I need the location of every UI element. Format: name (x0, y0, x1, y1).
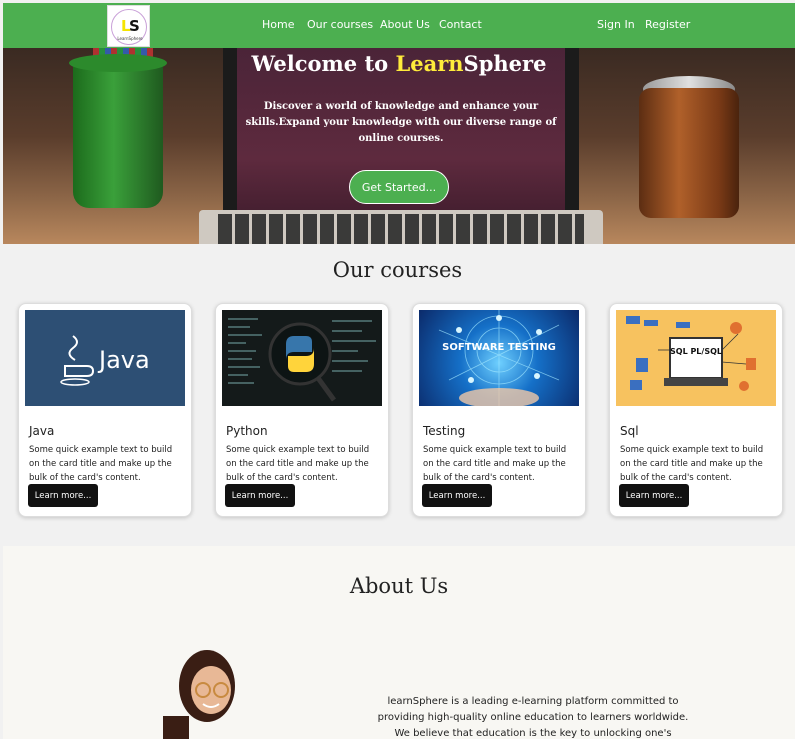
logo-text: LearnSphere (117, 36, 143, 41)
testing-logo-text: SOFTWARE TESTING (442, 342, 556, 353)
green-cup-decoration (73, 58, 163, 208)
sql-logo-text: SQL PL/SQL (670, 347, 722, 356)
nav-contact[interactable]: Contact (439, 18, 482, 31)
course-card-testing: SOFTWARE TESTING Testing Some quick exam… (412, 303, 586, 517)
logo[interactable]: L S LearnSphere (107, 5, 150, 47)
java-logo-text: Java (97, 346, 150, 374)
logo-badge: L S LearnSphere (111, 9, 147, 45)
course-card-sql: SQL PL/SQL Sql Some quick example text t… (609, 303, 783, 517)
wooden-cup-decoration (639, 88, 739, 218)
python-course-image (222, 310, 382, 406)
nav-home[interactable]: Home (262, 18, 294, 31)
nav-register[interactable]: Register (645, 18, 690, 31)
about-section: About Us learnSphere is a leading e-lear… (3, 546, 795, 739)
hero-title: Welcome to LearnSphere (251, 51, 547, 76)
navbar: L S LearnSphere Home Our courses About U… (3, 3, 795, 48)
nav-about-us[interactable]: About Us (380, 18, 430, 31)
card-text: Some quick example text to build on the … (226, 445, 370, 483)
learn-more-button[interactable]: Learn more... (619, 484, 689, 507)
hero-banner: Welcome to LearnSphere Discover a world … (3, 48, 795, 244)
testing-course-image: SOFTWARE TESTING (419, 310, 579, 406)
nav-sign-in[interactable]: Sign In (597, 18, 635, 31)
card-title: Testing (423, 424, 466, 438)
courses-heading: Our courses (332, 258, 463, 282)
card-text: Some quick example text to build on the … (620, 445, 764, 483)
learn-more-button[interactable]: Learn more... (225, 484, 295, 507)
card-title: Java (29, 424, 55, 438)
about-portrait-image (153, 646, 243, 739)
learn-more-button[interactable]: Learn more... (422, 484, 492, 507)
hero-subtitle: Discover a world of knowledge and enhanc… (245, 101, 557, 144)
course-card-java: Java Java Some quick example text to bui… (18, 303, 192, 517)
card-title: Sql (620, 424, 639, 438)
keyboard-decoration (218, 214, 584, 244)
nav-our-courses[interactable]: Our courses (307, 18, 373, 31)
get-started-button[interactable]: Get Started... (349, 170, 449, 204)
course-card-python: Python Some quick example text to build … (215, 303, 389, 517)
learn-more-button[interactable]: Learn more... (28, 484, 98, 507)
java-course-image: Java (25, 310, 185, 406)
card-title: Python (226, 424, 268, 438)
about-heading: About Us (349, 574, 449, 598)
sql-course-image: SQL PL/SQL (616, 310, 776, 406)
card-text: Some quick example text to build on the … (29, 445, 173, 483)
card-text: Some quick example text to build on the … (423, 445, 567, 483)
about-text: learnSphere is a leading e-learning plat… (377, 696, 689, 739)
